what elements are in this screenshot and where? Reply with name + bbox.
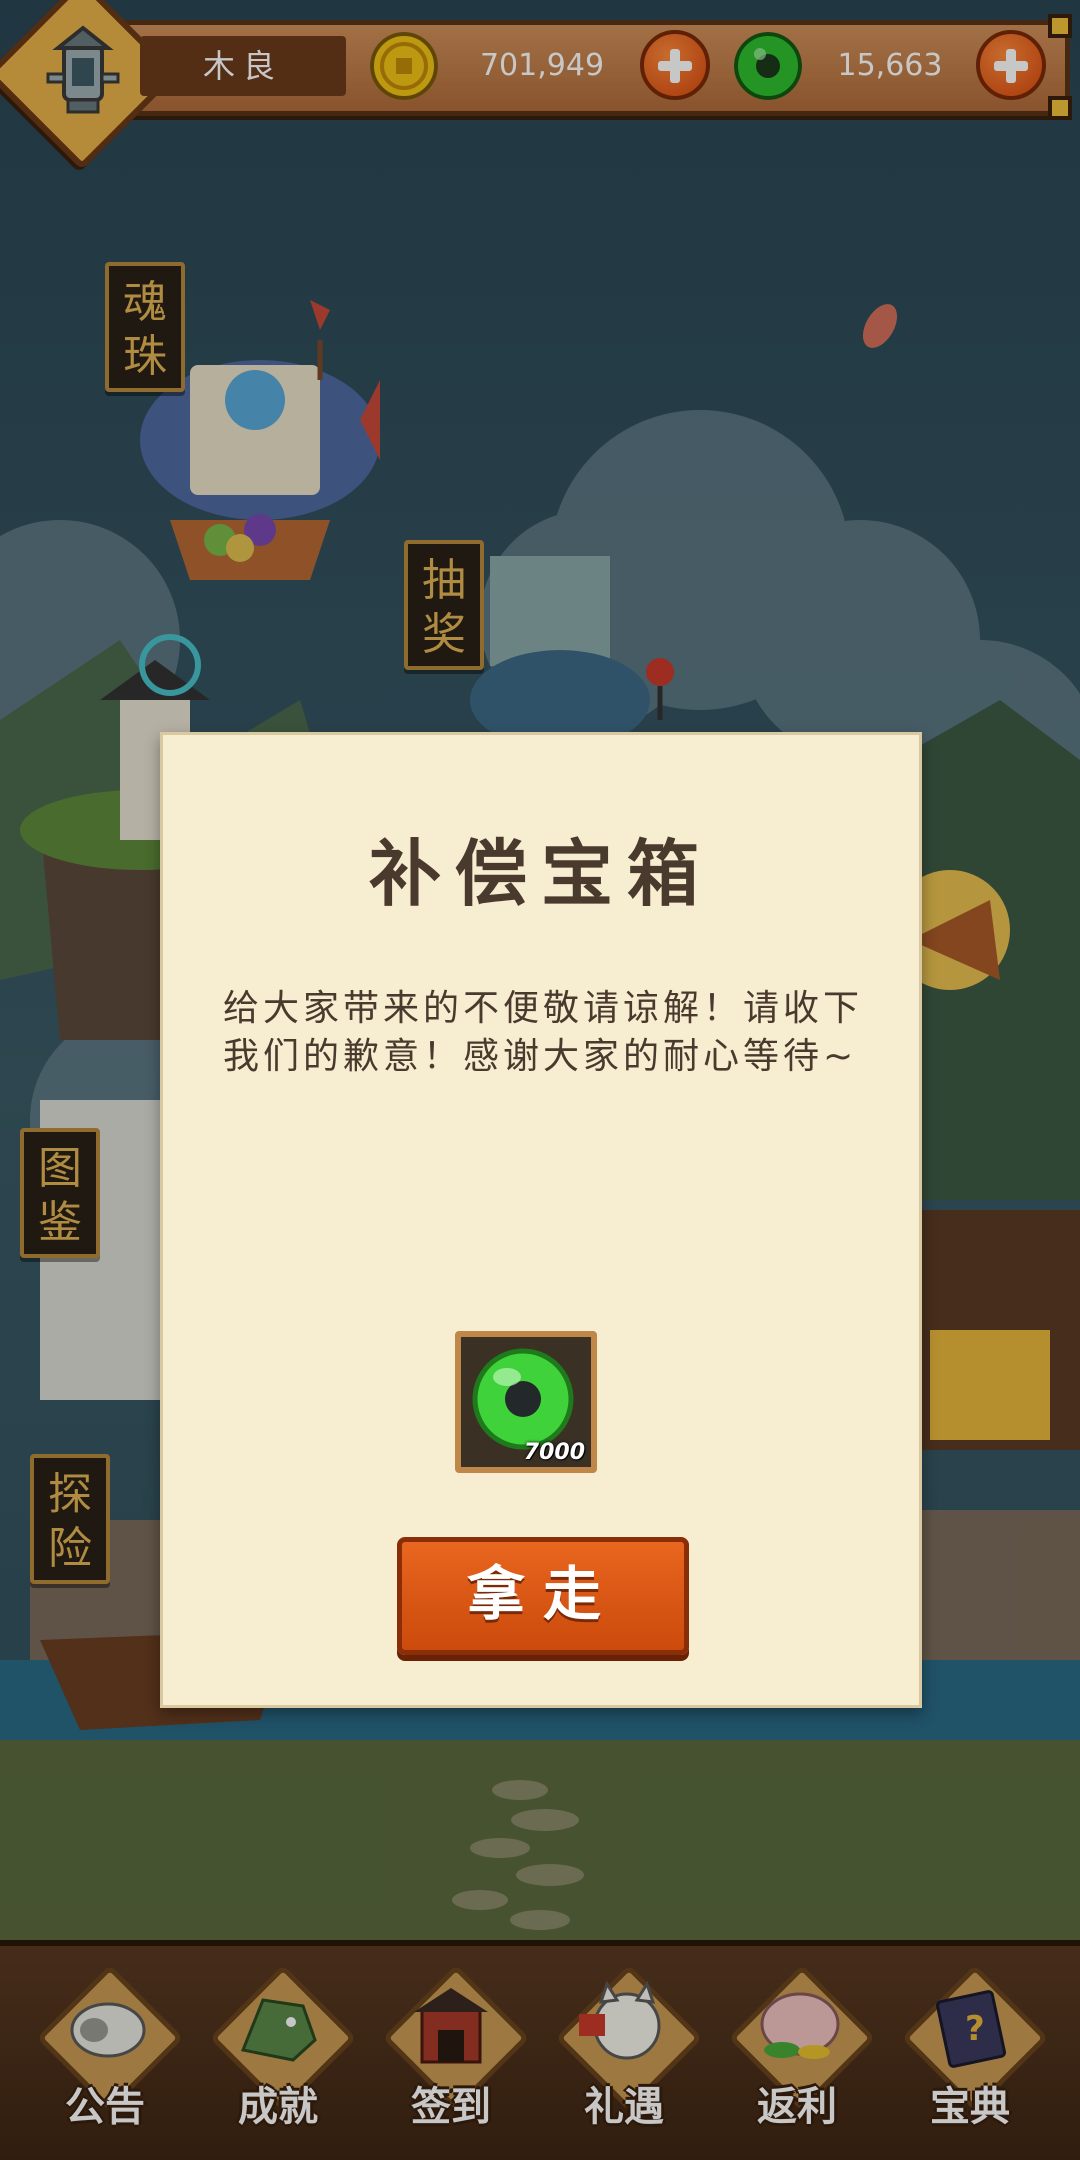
dialog-message: 给大家带来的不便敬请谅解！请收下我们的歉意！感谢大家的耐心等待~ <box>223 988 864 1077</box>
compensation-chest-dialog: 补偿宝箱 给大家带来的不便敬请谅解！请收下我们的歉意！感谢大家的耐心等待~ 70… <box>160 732 922 1708</box>
game-scene: 魂珠 抽奖 图鉴 探险 木良 701,949 15,663 公告 成就 签到 礼… <box>0 0 1080 2160</box>
reward-item-slot[interactable]: 7000 <box>455 1331 597 1473</box>
take-reward-button[interactable]: 拿走 <box>397 1537 689 1655</box>
dialog-title: 补偿宝箱 <box>368 832 713 916</box>
reward-amount: 7000 <box>523 1440 585 1465</box>
